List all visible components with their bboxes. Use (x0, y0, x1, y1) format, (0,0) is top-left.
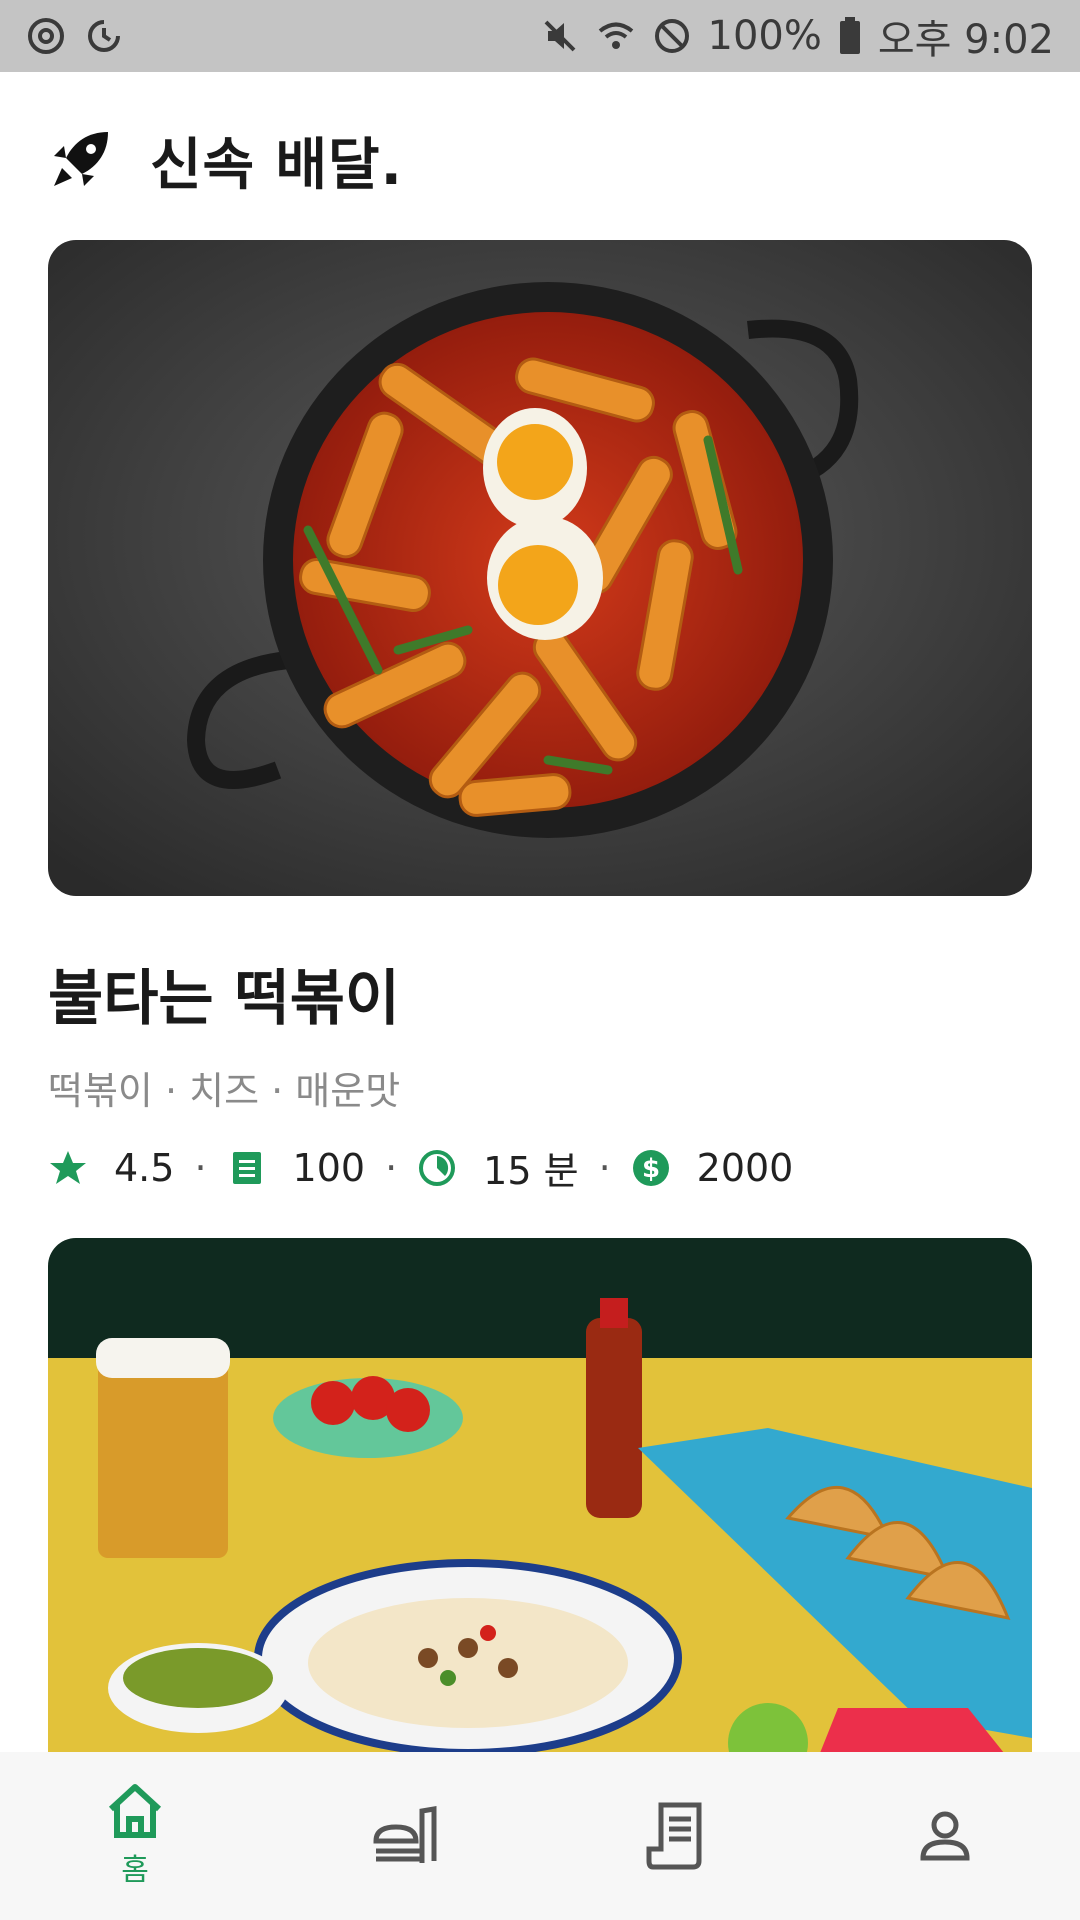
page-title: 신속 배달. (150, 132, 403, 198)
nav-orders[interactable] (540, 1752, 810, 1920)
reviews-icon (232, 1151, 261, 1184)
nav-home[interactable]: 홈 (0, 1752, 270, 1920)
battery-icon (839, 17, 860, 54)
restaurant-tags: 떡볶이 · 치즈 · 매운맛 (48, 1069, 401, 1113)
rocket-icon (54, 132, 108, 186)
nav-stores[interactable] (270, 1752, 540, 1920)
home-icon (108, 1784, 162, 1838)
delivery-time: 15 분 (483, 1149, 579, 1193)
do-not-disturb-icon (654, 19, 689, 53)
receipt-icon (646, 1802, 702, 1870)
clock-icon (419, 1149, 456, 1186)
app-header: 신속 배달. (48, 120, 403, 200)
mute-icon (544, 20, 575, 52)
restaurant-image-2[interactable] (48, 1238, 1032, 1758)
dollar-icon: $ (632, 1149, 669, 1186)
restaurant-image[interactable] (48, 240, 1032, 896)
bottom-navigation: 홈 (0, 1752, 1080, 1920)
sync-icon (28, 18, 64, 54)
wifi-icon (598, 22, 633, 49)
nav-home-label: 홈 (121, 1853, 149, 1888)
separator-dot: · (194, 1145, 207, 1190)
separator-dot: · (598, 1145, 611, 1190)
profile-icon (920, 1811, 970, 1861)
delivery-fee: 2000 (696, 1145, 794, 1190)
rating: 4.5 (114, 1145, 175, 1190)
restaurant-name[interactable]: 불타는 떡볶이 (48, 950, 400, 1037)
battery-percent: 100% (707, 13, 822, 59)
clock: 오후 9:02 (877, 17, 1054, 63)
review-count: 100 (292, 1145, 366, 1190)
status-bar: 100% 오후 9:02 (0, 0, 1080, 72)
svg-text:$: $ (642, 1154, 660, 1184)
restaurant-meta: 4.5 · 100 · 15 분 · $ 2000 (48, 1140, 793, 1195)
nav-profile[interactable] (810, 1752, 1080, 1920)
store-icon (373, 1806, 437, 1863)
separator-dot: · (385, 1145, 398, 1190)
timer-icon (88, 20, 120, 52)
star-icon (50, 1150, 86, 1184)
